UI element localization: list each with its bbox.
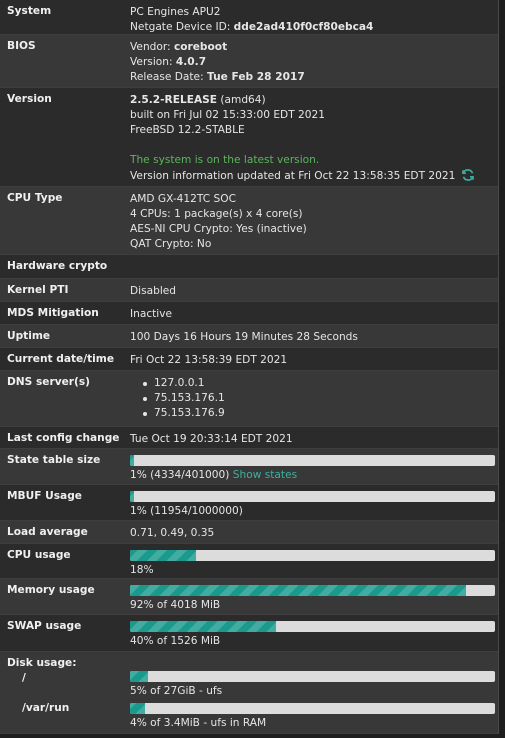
mbuf-text: 1% (11954/1000000)	[130, 505, 243, 517]
hardware-crypto-value	[200, 255, 498, 278]
dns-label: DNS server(s)	[7, 376, 90, 388]
version-arch: (amd64)	[217, 94, 266, 106]
row-kernel-pti: Kernel PTI Disabled	[0, 279, 498, 302]
uptime-label: Uptime	[7, 330, 51, 342]
swap-progress-fill	[130, 621, 276, 632]
memory-text: 92% of 4018 MiB	[130, 599, 221, 611]
show-states-link[interactable]: Show states	[233, 469, 297, 481]
row-current-datetime: Current date/time Fri Oct 22 13:58:39 ED…	[0, 348, 498, 371]
row-cpu-usage: CPU usage 18%	[0, 544, 498, 579]
version-release: 2.5.2-RELEASE	[130, 94, 218, 106]
state-table-text: 1% (4334/401000)	[130, 469, 230, 481]
row-dns-servers: DNS server(s) 127.0.0.1 75.153.176.1 75.…	[0, 371, 498, 427]
version-built: built on Fri Jul 02 15:33:00 EDT 2021	[130, 109, 325, 121]
mbuf-progress-bar	[130, 491, 495, 502]
refresh-icon[interactable]	[461, 168, 475, 182]
last-config-value: Tue Oct 19 20:33:14 EDT 2021	[130, 433, 293, 445]
version-os: FreeBSD 12.2-STABLE	[130, 124, 245, 136]
bios-vendor-prefix: Vendor:	[130, 41, 174, 53]
row-last-config-change: Last config change Tue Oct 19 20:33:14 E…	[0, 427, 498, 449]
disk-varrun-text: 4% of 3.4MiB - ufs in RAM	[130, 717, 267, 729]
mbuf-label: MBUF Usage	[7, 490, 82, 502]
row-hardware-crypto: Hardware crypto	[0, 255, 498, 279]
dns-server-item: 75.153.176.1	[142, 391, 498, 406]
device-id-prefix: Netgate Device ID:	[130, 21, 234, 33]
mds-value: Inactive	[130, 308, 173, 320]
datetime-value: Fri Oct 22 13:58:39 EDT 2021	[130, 354, 288, 366]
row-system: System PC Engines APU2 Netgate Device ID…	[0, 0, 498, 35]
disk-varrun-progress-bar	[130, 703, 495, 714]
state-table-progress-bar	[130, 455, 495, 466]
row-version: Version 2.5.2-RELEASE (amd64) built on F…	[0, 88, 498, 187]
cpu-type-label: CPU Type	[7, 192, 63, 204]
dns-server-item: 127.0.0.1	[142, 376, 498, 391]
dns-server-item: 75.153.176.9	[142, 406, 498, 421]
memory-progress-fill	[130, 585, 466, 596]
disk-root-progress-fill	[130, 671, 149, 682]
bios-release-date: Tue Feb 28 2017	[207, 71, 305, 83]
row-bios: BIOS Vendor: coreboot Version: 4.0.7 Rel…	[0, 35, 498, 88]
kernel-pti-label: Kernel PTI	[7, 284, 69, 296]
mbuf-progress-fill	[130, 491, 134, 502]
system-name: PC Engines APU2	[130, 6, 221, 18]
bios-date-prefix: Release Date:	[130, 71, 208, 83]
system-information-table: System PC Engines APU2 Netgate Device ID…	[0, 0, 499, 734]
cpu-usage-progress-bar	[130, 550, 495, 561]
disk-varrun-progress-fill	[130, 703, 145, 714]
uptime-value: 100 Days 16 Hours 19 Minutes 28 Seconds	[130, 331, 358, 343]
row-mbuf-usage: MBUF Usage 1% (11954/1000000)	[0, 485, 498, 521]
state-table-progress-fill	[130, 455, 134, 466]
swap-label: SWAP usage	[7, 620, 82, 632]
version-label: Version	[7, 93, 52, 105]
bios-version-prefix: Version:	[130, 56, 176, 68]
cpu-usage-label: CPU usage	[7, 549, 71, 561]
row-cpu-type: CPU Type AMD GX-412TC SOC 4 CPUs: 1 pack…	[0, 187, 498, 255]
disk-varrun-label: /var/run	[22, 702, 70, 714]
cpu-model: AMD GX-412TC SOC	[130, 193, 236, 205]
bios-label: BIOS	[7, 40, 36, 52]
memory-label: Memory usage	[7, 584, 95, 596]
row-load-average: Load average 0.71, 0.49, 0.35	[0, 521, 498, 544]
load-value: 0.71, 0.49, 0.35	[130, 527, 215, 539]
cpu-qat: QAT Crypto: No	[130, 238, 212, 250]
last-config-label: Last config change	[7, 432, 120, 444]
bios-version: 4.0.7	[175, 56, 207, 68]
kernel-pti-value: Disabled	[130, 285, 177, 297]
load-label: Load average	[7, 526, 88, 538]
cpu-cores: 4 CPUs: 1 package(s) x 4 core(s)	[130, 208, 303, 220]
row-disk-usage: Disk usage: / 5% of 27GiB - ufs /var/run…	[0, 652, 498, 734]
cpu-usage-text: 18%	[130, 564, 154, 576]
memory-progress-bar	[130, 585, 495, 596]
swap-text: 40% of 1526 MiB	[130, 635, 221, 647]
bios-vendor: coreboot	[173, 41, 228, 53]
cpu-aesni: AES-NI CPU Crypto: Yes (inactive)	[130, 223, 307, 235]
state-table-label: State table size	[7, 454, 101, 466]
row-memory-usage: Memory usage 92% of 4018 MiB	[0, 579, 498, 615]
system-label: System	[7, 5, 52, 17]
swap-progress-bar	[130, 621, 495, 632]
datetime-label: Current date/time	[7, 353, 115, 365]
version-updated: Version information updated at Fri Oct 2…	[130, 170, 456, 182]
hardware-crypto-label: Hardware crypto	[7, 260, 108, 272]
version-status: The system is on the latest version.	[130, 154, 320, 166]
row-state-table-size: State table size 1% (4334/401000) Show s…	[0, 449, 498, 485]
mds-label: MDS Mitigation	[7, 307, 99, 319]
disk-root-label: /	[22, 672, 26, 684]
cpu-usage-progress-fill	[130, 550, 196, 561]
disk-usage-label: Disk usage:	[7, 657, 77, 669]
disk-root-progress-bar	[130, 671, 495, 682]
dns-server-list: 127.0.0.1 75.153.176.1 75.153.176.9	[130, 376, 498, 421]
row-swap-usage: SWAP usage 40% of 1526 MiB	[0, 615, 498, 652]
row-mds-mitigation: MDS Mitigation Inactive	[0, 302, 498, 325]
device-id: dde2ad410f0cf80ebca4	[233, 21, 374, 33]
row-uptime: Uptime 100 Days 16 Hours 19 Minutes 28 S…	[0, 325, 498, 348]
